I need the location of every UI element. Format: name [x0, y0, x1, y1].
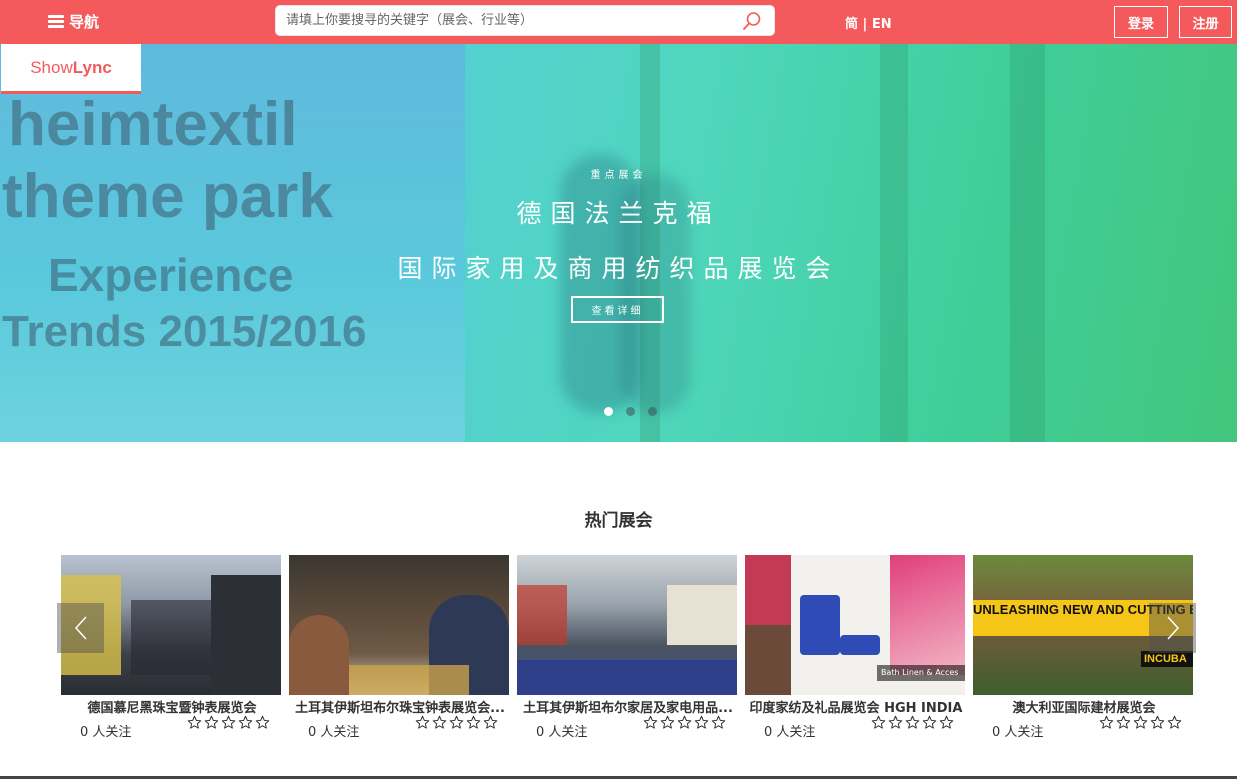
- login-button[interactable]: 登录: [1114, 6, 1168, 38]
- carousel-prev-button[interactable]: [57, 603, 104, 653]
- rating-stars: [643, 715, 726, 730]
- logo-text-show: Show: [30, 57, 73, 77]
- carousel-dot-1[interactable]: [604, 407, 613, 416]
- hamburger-icon: [48, 15, 64, 28]
- star-outline-icon[interactable]: [255, 715, 270, 730]
- star-outline-icon[interactable]: [711, 715, 726, 730]
- exhibition-card[interactable]: 土耳其伊斯坦布尔珠宝钟表展览会... 0 人关注: [289, 555, 509, 740]
- thumbnail-caption-secondary: INCUBA: [1141, 651, 1193, 667]
- exhibition-card[interactable]: Bath Linen & Acces 印度家纺及礼品展览会 HGH INDIA …: [745, 555, 965, 740]
- hero-kicker: 重点展会: [590, 170, 647, 181]
- search-icon[interactable]: [742, 11, 762, 31]
- star-outline-icon[interactable]: [1116, 715, 1131, 730]
- hero-carousel: heimtextil theme park Experience Trends …: [0, 44, 1237, 442]
- exhibition-name[interactable]: 澳大利亚国际建材展览会: [973, 697, 1195, 716]
- star-outline-icon[interactable]: [449, 715, 464, 730]
- star-outline-icon[interactable]: [238, 715, 253, 730]
- logo[interactable]: Show Lync: [1, 44, 141, 94]
- star-outline-icon[interactable]: [905, 715, 920, 730]
- exhibition-card[interactable]: 土耳其伊斯坦布尔家居及家电用品... 0 人关注: [517, 555, 737, 740]
- rating-stars: [871, 715, 954, 730]
- carousel-indicators: [604, 407, 657, 416]
- hero-title-line1: 德国法兰克福: [516, 199, 721, 228]
- lang-en[interactable]: EN: [872, 17, 892, 32]
- search-box: [275, 5, 775, 36]
- star-outline-icon[interactable]: [888, 715, 903, 730]
- top-navbar: 导航 简 | EN 登录 注册: [0, 0, 1237, 44]
- carousel-dot-3[interactable]: [648, 407, 657, 416]
- follow-count: 0 人关注: [80, 725, 132, 740]
- star-outline-icon[interactable]: [939, 715, 954, 730]
- exhibition-name[interactable]: 德国慕尼黑珠宝暨钟表展览会: [61, 697, 283, 716]
- search-input[interactable]: [286, 6, 736, 35]
- register-button[interactable]: 注册: [1179, 6, 1232, 38]
- hot-exhibitions-title: 热门展会: [584, 511, 653, 531]
- exhibition-thumbnail[interactable]: [289, 555, 509, 695]
- star-outline-icon[interactable]: [660, 715, 675, 730]
- star-outline-icon[interactable]: [415, 715, 430, 730]
- star-outline-icon[interactable]: [871, 715, 886, 730]
- exhibition-thumbnail[interactable]: [517, 555, 737, 695]
- hero-pillar: [1010, 44, 1045, 442]
- exhibition-name[interactable]: 土耳其伊斯坦布尔家居及家电用品...: [517, 697, 739, 716]
- star-outline-icon[interactable]: [1167, 715, 1182, 730]
- hero-pillar: [880, 44, 908, 442]
- hero-title-line2: 国际家用及商用纺织品展览会: [397, 254, 840, 283]
- exhibition-thumbnail[interactable]: Bath Linen & Acces: [745, 555, 965, 695]
- logo-text-lync: Lync: [72, 57, 112, 77]
- exhibition-name[interactable]: 土耳其伊斯坦布尔珠宝钟表展览会...: [289, 697, 511, 716]
- star-outline-icon[interactable]: [643, 715, 658, 730]
- carousel-dot-2[interactable]: [626, 407, 635, 416]
- thumbnail-caption: Bath Linen & Acces: [877, 665, 965, 681]
- sign-line: Trends 2015/2016: [2, 307, 367, 356]
- lang-separator: |: [862, 17, 868, 32]
- rating-stars: [1099, 715, 1182, 730]
- star-outline-icon[interactable]: [1150, 715, 1165, 730]
- rating-stars: [187, 715, 270, 730]
- star-outline-icon[interactable]: [204, 715, 219, 730]
- nav-menu-toggle[interactable]: 导航: [48, 11, 99, 32]
- lang-zh[interactable]: 简: [845, 17, 858, 32]
- sign-line: heimtextil: [8, 90, 298, 159]
- follow-count: 0 人关注: [536, 725, 588, 740]
- follow-count: 0 人关注: [308, 725, 360, 740]
- star-outline-icon[interactable]: [466, 715, 481, 730]
- star-outline-icon[interactable]: [187, 715, 202, 730]
- language-switch: 简 | EN: [845, 13, 892, 32]
- rating-stars: [415, 715, 498, 730]
- star-outline-icon[interactable]: [483, 715, 498, 730]
- nav-label: 导航: [69, 13, 100, 31]
- star-outline-icon[interactable]: [1099, 715, 1114, 730]
- exhibition-name[interactable]: 印度家纺及礼品展览会 HGH INDIA: [745, 697, 967, 716]
- view-details-button[interactable]: 查看详细: [571, 296, 664, 323]
- carousel-next-button[interactable]: [1149, 603, 1196, 653]
- star-outline-icon[interactable]: [694, 715, 709, 730]
- follow-count: 0 人关注: [992, 725, 1044, 740]
- star-outline-icon[interactable]: [221, 715, 236, 730]
- follow-count: 0 人关注: [764, 725, 816, 740]
- star-outline-icon[interactable]: [677, 715, 692, 730]
- star-outline-icon[interactable]: [432, 715, 447, 730]
- star-outline-icon[interactable]: [922, 715, 937, 730]
- chevron-right-icon: [1166, 616, 1179, 640]
- star-outline-icon[interactable]: [1133, 715, 1148, 730]
- chevron-left-icon: [74, 616, 87, 640]
